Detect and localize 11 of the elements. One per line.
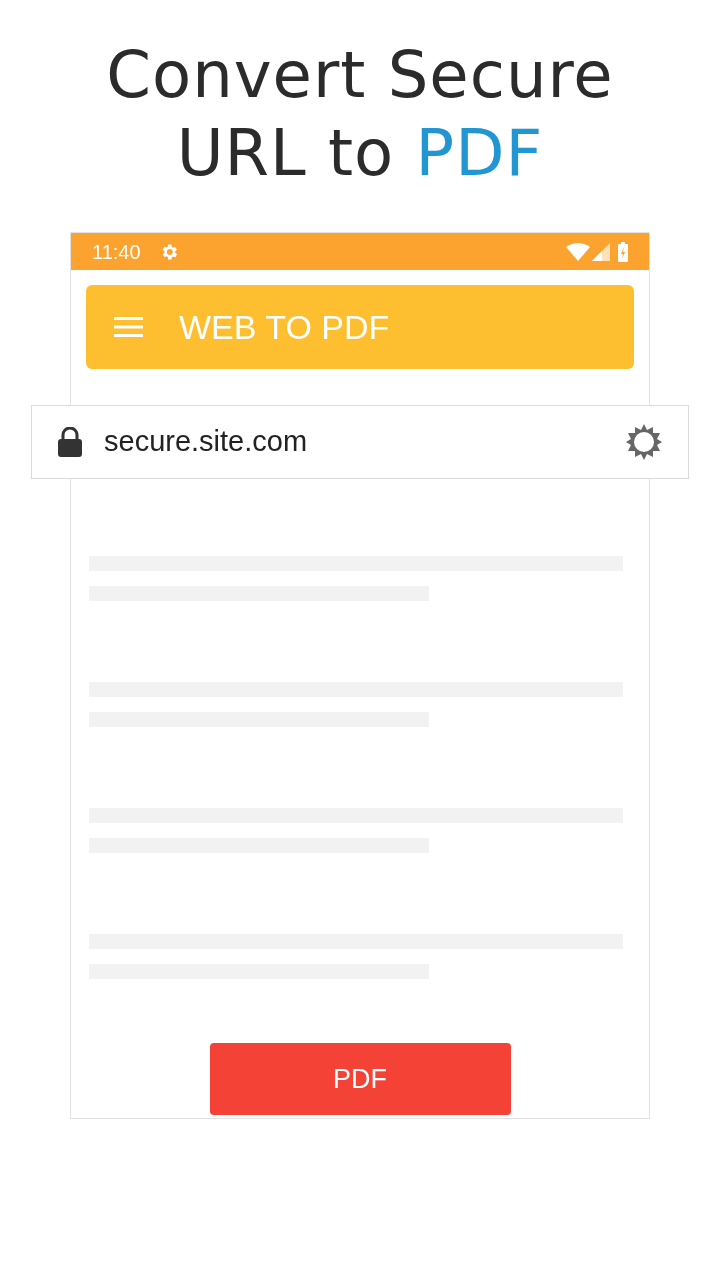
address-bar[interactable]: secure.site.com xyxy=(31,405,689,479)
app-title: WEB TO PDF xyxy=(179,306,390,348)
headline: Convert Secure URL to PDF xyxy=(105,37,615,192)
url-text: secure.site.com xyxy=(104,424,308,460)
wifi-icon xyxy=(566,242,590,261)
signal-icon xyxy=(592,242,610,261)
sun-icon[interactable] xyxy=(625,423,663,461)
clock-time: 11:40 xyxy=(92,239,141,265)
pdf-button[interactable]: PDF xyxy=(209,1043,511,1115)
lock-icon xyxy=(57,427,83,457)
battery-icon xyxy=(618,241,628,262)
